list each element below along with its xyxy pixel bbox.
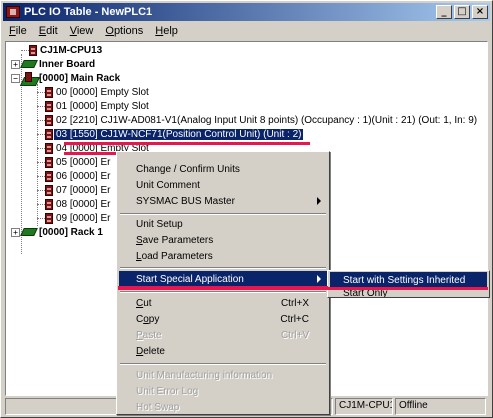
menu-sysmac-bus-master[interactable]: SYSMAC BUS Master xyxy=(119,193,327,209)
tree-node-slot-03[interactable]: 03 [1550] CJ1W-NCF71(Position Control Un… xyxy=(45,127,304,141)
title-buttons: _ □ × xyxy=(434,5,488,19)
status-mode: Offline xyxy=(395,398,486,415)
window-title: PLC IO Table - NewPLC1 xyxy=(24,6,153,18)
copy-shortcut: Ctrl+C xyxy=(280,313,309,325)
tree-line xyxy=(37,120,45,121)
tree-line xyxy=(37,148,45,149)
slot-unit-icon xyxy=(45,86,53,98)
board-icon xyxy=(20,60,38,68)
cut-shortcut: Ctrl+X xyxy=(280,297,309,309)
menu-separator xyxy=(120,213,326,215)
slot-unit-icon xyxy=(45,128,53,140)
expand-plus-icon[interactable]: + xyxy=(11,59,20,69)
menu-unit-setup[interactable]: Unit Setup xyxy=(119,216,327,232)
menu-unit-comment[interactable]: Unit Comment xyxy=(119,177,327,193)
slot-unit-icon xyxy=(45,170,53,182)
tree-node-slot-09[interactable]: 09 [0000] Er xyxy=(45,211,110,225)
slot-unit-icon xyxy=(45,198,53,210)
slot-unit-icon xyxy=(45,212,53,224)
status-device: CJ1M-CPU13 xyxy=(335,398,393,415)
tree-node-slot-01[interactable]: 01 [0000] Empty Slot xyxy=(45,99,149,113)
slot-unit-icon xyxy=(45,156,53,168)
menu-separator xyxy=(120,363,326,365)
minimize-button[interactable]: _ xyxy=(436,5,452,19)
tree-line xyxy=(37,92,45,93)
start-special-submenu: Start with Settings Inherited Start Only xyxy=(327,270,490,298)
menu-paste: Paste Ctrl+V xyxy=(136,329,309,341)
menu-copy[interactable]: Co py Ctrl+C xyxy=(119,311,327,327)
menu-start-with-settings-inherited[interactable]: Start with Settings Inherited xyxy=(330,272,487,288)
menu-options[interactable]: Options xyxy=(99,25,149,37)
tree-line xyxy=(37,162,45,163)
highlight-mark xyxy=(64,142,310,145)
menu-unit-manufacturing-info: Unit Manufacturing information xyxy=(136,369,273,381)
maximize-button[interactable]: □ xyxy=(454,5,470,19)
tree-node-inner-board[interactable]: + Inner Board xyxy=(11,57,95,71)
tree-node-slot-00[interactable]: 00 [0000] Empty Slot xyxy=(45,85,149,99)
tree-node-rack-1[interactable]: + [0000] Rack 1 xyxy=(11,225,103,239)
highlight-mark xyxy=(118,286,328,290)
menu-load-parameters[interactable]: Load Parameters xyxy=(119,248,327,264)
slot-unit-icon xyxy=(45,142,53,154)
menu-delete[interactable]: Delete xyxy=(119,343,327,359)
menu-separator xyxy=(120,267,326,269)
tree-node-slot-08[interactable]: 08 [0000] Er xyxy=(45,197,110,211)
tree-line xyxy=(37,204,45,205)
tree-node-cpu[interactable]: CJ1M-CPU13 xyxy=(29,43,102,57)
menu-help[interactable]: Help xyxy=(149,25,184,37)
menu-file[interactable]: File xyxy=(3,25,33,37)
title-bar[interactable]: PLC IO Table - NewPLC1 _ □ × xyxy=(3,3,490,21)
plc-app-icon xyxy=(6,6,20,18)
collapse-minus-icon[interactable]: − xyxy=(11,73,20,83)
menu-change-confirm-units[interactable]: Change / Confirm Units xyxy=(119,161,327,177)
tree-node-slot-06[interactable]: 06 [0000] Er xyxy=(45,169,110,183)
slot-unit-icon xyxy=(45,114,53,126)
tree-node-slot-05[interactable]: 05 [0000] Er xyxy=(45,155,110,169)
tree-node-slot-07[interactable]: 07 [0000] Er xyxy=(45,183,110,197)
tree-line xyxy=(37,176,45,177)
menu-separator xyxy=(120,291,326,293)
tree-line xyxy=(37,218,45,219)
tree-line xyxy=(37,190,45,191)
rack-board-icon xyxy=(20,228,38,236)
menu-view[interactable]: View xyxy=(64,25,100,37)
submenu-arrow-icon xyxy=(317,197,321,205)
tree-node-main-rack[interactable]: − [0000] Main Rack xyxy=(11,71,120,85)
slot-unit-icon xyxy=(45,184,53,196)
cpu-unit-icon xyxy=(29,44,37,56)
context-menu: Change / Confirm Units Unit Comment SYSM… xyxy=(116,151,330,415)
paste-shortcut: Ctrl+V xyxy=(280,329,309,341)
tree-node-slot-02[interactable]: 02 [2210] CJ1W-AD081-V1(Analog Input Uni… xyxy=(45,113,477,127)
menu-bar: File Edit View Options Help xyxy=(3,22,184,40)
tree-line xyxy=(37,134,45,135)
slot-unit-icon xyxy=(45,100,53,112)
close-button[interactable]: × xyxy=(472,5,488,19)
menu-cut[interactable]: Cut Ctrl+X xyxy=(119,295,327,311)
menu-hot-swap: Hot Swap xyxy=(136,401,180,413)
tree-line xyxy=(37,106,45,107)
menu-edit[interactable]: Edit xyxy=(33,25,64,37)
highlight-mark xyxy=(327,287,488,290)
submenu-arrow-icon xyxy=(317,275,321,283)
menu-unit-error-log: Unit Error Log xyxy=(136,385,199,397)
rack-icon xyxy=(22,72,36,84)
expand-plus-icon[interactable]: + xyxy=(11,227,20,237)
menu-start-special-application[interactable]: Start Special Application xyxy=(119,271,327,287)
menu-save-parameters[interactable]: Save Parameters xyxy=(119,232,327,248)
